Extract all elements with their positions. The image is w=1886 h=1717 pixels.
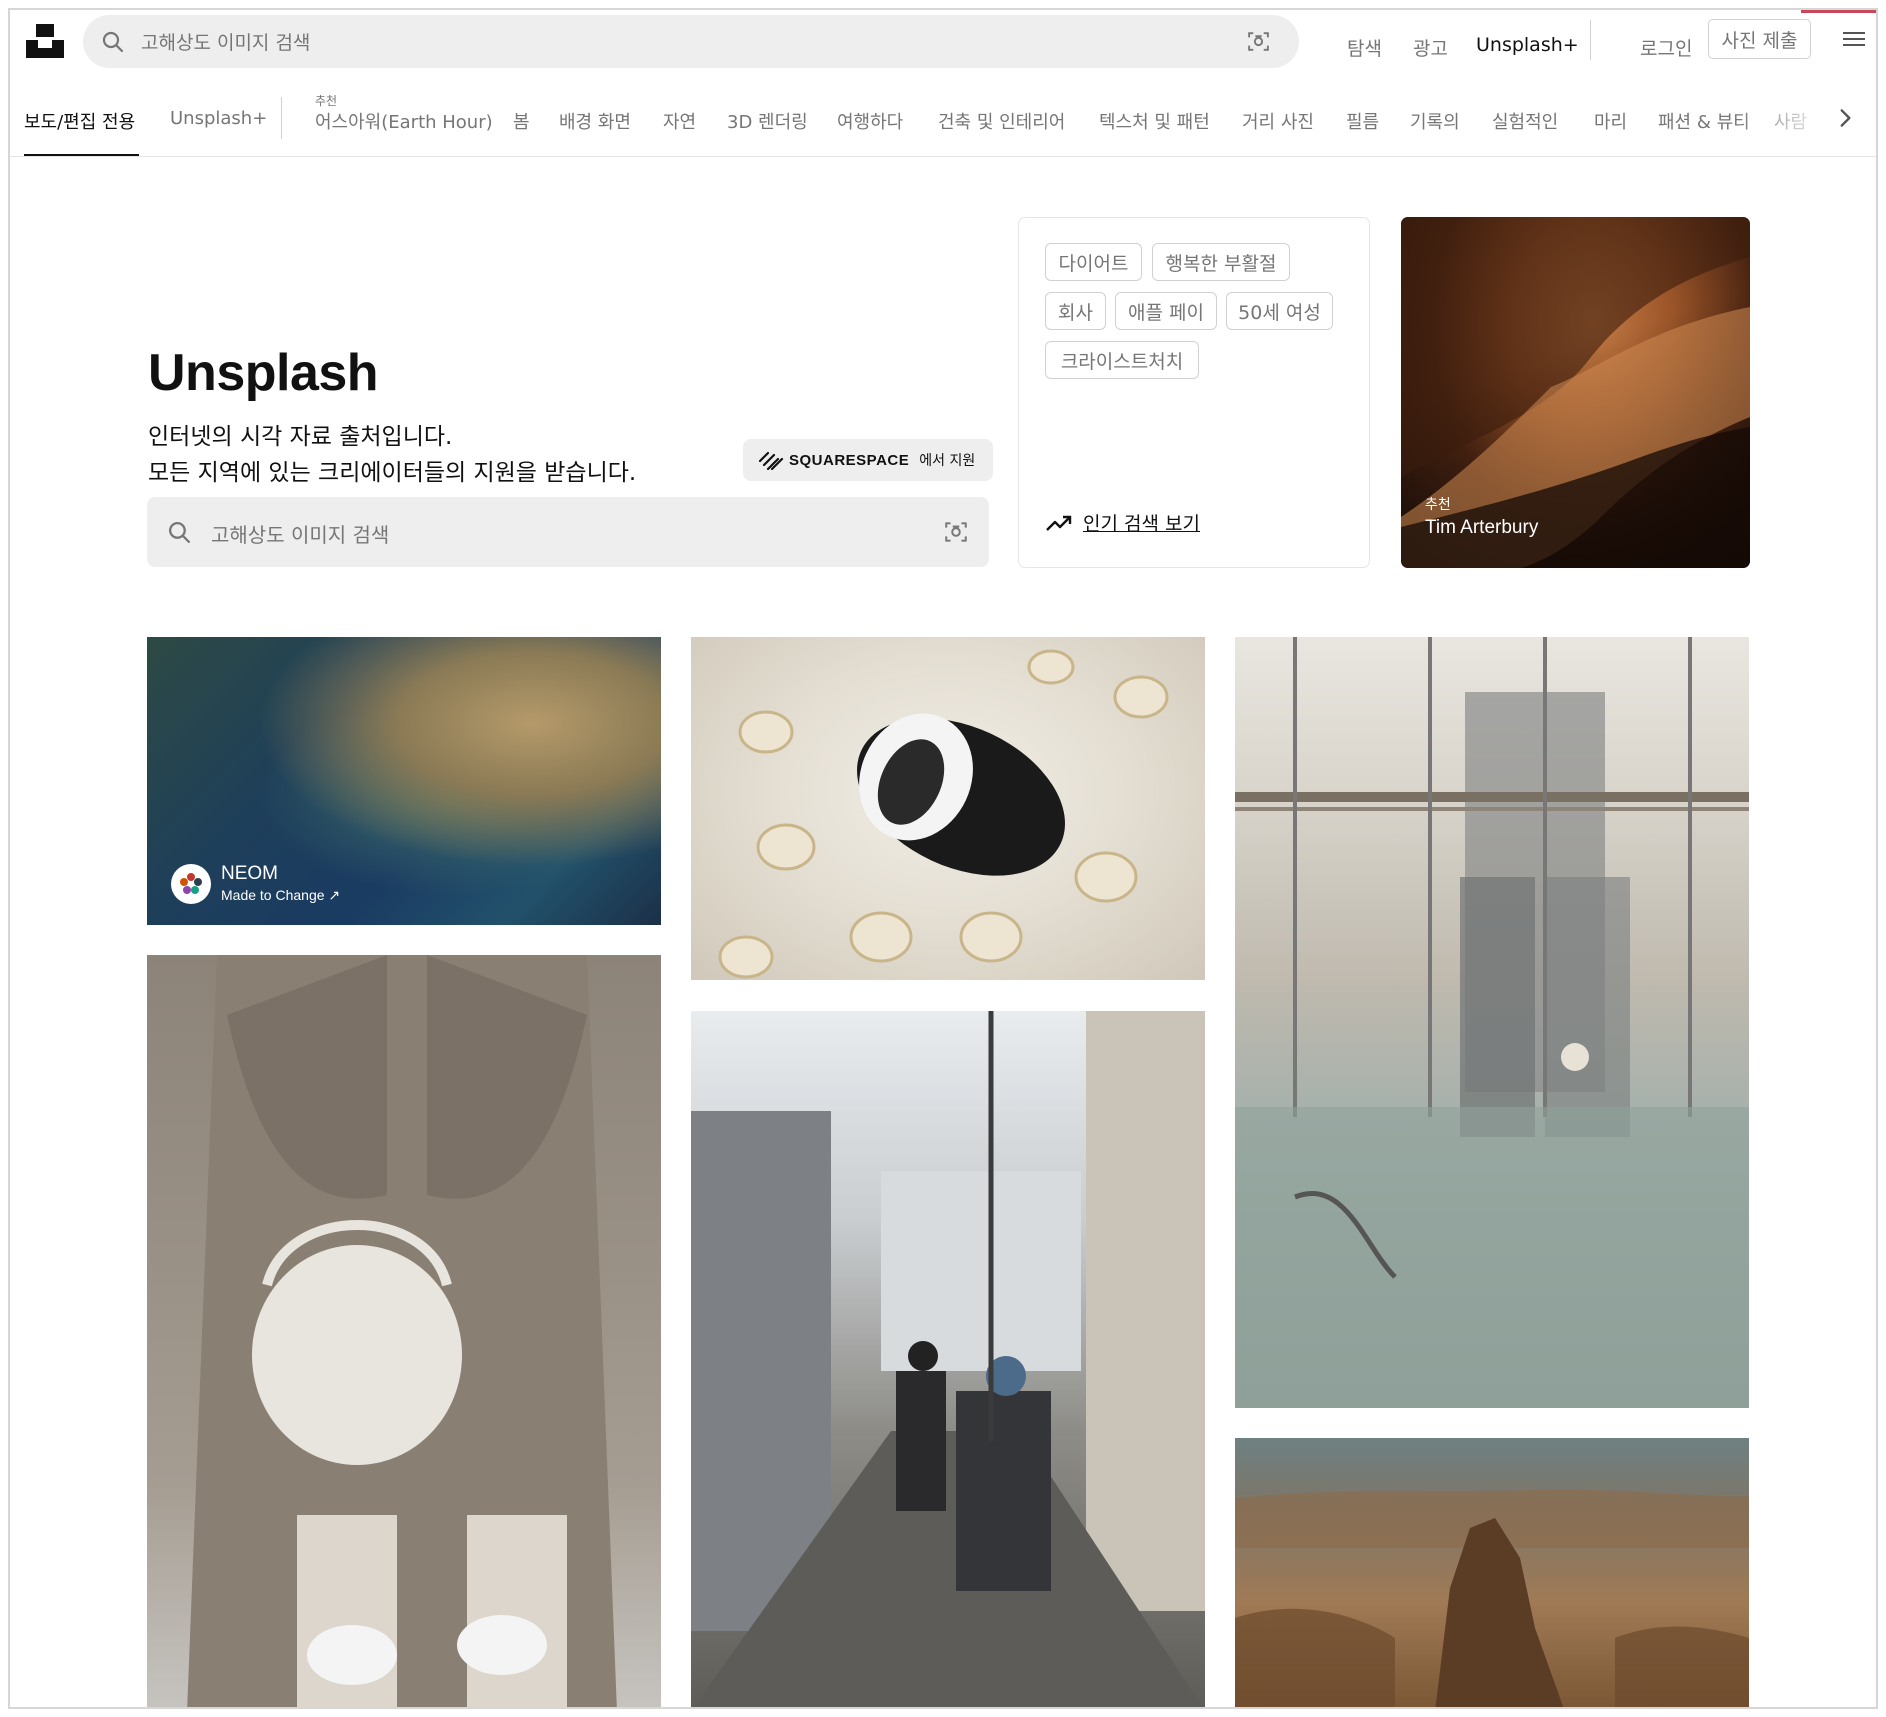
- photo-desert-rocks[interactable]: [1235, 1438, 1749, 1707]
- login-link[interactable]: 로그인: [1640, 34, 1692, 61]
- search-icon[interactable]: [167, 520, 192, 545]
- submit-photo-button[interactable]: 사진 제출: [1708, 19, 1811, 59]
- sponsor-name: SQUARESPACE: [789, 451, 910, 469]
- photo-3d-vr-headset[interactable]: [691, 637, 1205, 980]
- visual-search-icon[interactable]: [943, 519, 969, 545]
- tab-archival[interactable]: 기록의: [1410, 108, 1460, 134]
- tab-spring[interactable]: 봄: [513, 108, 530, 134]
- trend-chip[interactable]: 행복한 부활절: [1152, 243, 1290, 281]
- visual-search-icon[interactable]: [1246, 29, 1271, 54]
- hero-tagline-2: 모든 지역에 있는 크리에이터들의 지원을 받습니다.: [148, 460, 637, 486]
- nav-unsplash-plus[interactable]: Unsplash+: [1476, 34, 1579, 56]
- featured-author[interactable]: Tim Arterbury: [1425, 517, 1538, 539]
- hero-search-placeholder[interactable]: 고해상도 이미지 검색: [211, 519, 389, 548]
- neom-logo-icon: [171, 863, 211, 904]
- header-divider: [1590, 20, 1591, 60]
- pool-skyline-image: [1235, 637, 1749, 1408]
- photo-aerial-coast[interactable]: NEOM Made to Change ↗: [147, 637, 661, 925]
- photo-street-alley[interactable]: [691, 1011, 1205, 1707]
- featured-photo-card[interactable]: 추천 Tim Arterbury: [1401, 217, 1750, 568]
- squarespace-logo-icon: [758, 451, 784, 471]
- sponsor-brand: NEOM: [221, 863, 278, 884]
- tab-earth-hour[interactable]: 어스아워(Earth Hour): [315, 108, 493, 134]
- tab-film[interactable]: 필름: [1346, 108, 1379, 134]
- tab-travel[interactable]: 여행하다: [837, 108, 903, 134]
- active-tab-underline: [24, 154, 139, 156]
- sponsor-tagline[interactable]: Made to Change ↗: [221, 887, 340, 904]
- tab-architecture[interactable]: 건축 및 인테리어: [938, 108, 1065, 134]
- trending-searches-card: 다이어트 행복한 부활절 회사 애플 페이 50세 여성 크라이스트처치 인기 …: [1018, 217, 1370, 568]
- hamburger-menu-icon[interactable]: [1843, 30, 1865, 48]
- trending-up-icon: [1046, 515, 1072, 531]
- sponsor-suffix: 에서 지원: [919, 453, 976, 469]
- tab-unsplash-plus[interactable]: Unsplash+: [170, 108, 267, 129]
- featured-label: 추천: [1425, 497, 1451, 513]
- photo-rooftop-pool[interactable]: [1235, 637, 1749, 1408]
- category-divider: [281, 97, 282, 139]
- desert-image: [1235, 1489, 1749, 1707]
- tab-animals[interactable]: 마리: [1594, 108, 1627, 134]
- trend-chip[interactable]: 애플 페이: [1115, 292, 1217, 330]
- tab-experimental[interactable]: 실험적인: [1492, 108, 1558, 134]
- view-trending-link[interactable]: 인기 검색 보기: [1045, 509, 1200, 536]
- nav-ads[interactable]: 광고: [1413, 34, 1448, 61]
- trend-chip[interactable]: 다이어트: [1045, 243, 1142, 281]
- chevron-right-icon[interactable]: [1832, 105, 1858, 131]
- browser-frame: 고해상도 이미지 검색 탐색 광고 Unsplash+ 로그인 사진 제출 보도…: [8, 8, 1878, 1709]
- sponsor-attribution[interactable]: NEOM Made to Change ↗: [171, 863, 340, 904]
- view-trending-label[interactable]: 인기 검색 보기: [1083, 509, 1200, 536]
- featured-tag: 추천: [315, 94, 338, 108]
- squarespace-sponsor-badge[interactable]: SQUARESPACE 에서 지원: [743, 439, 993, 481]
- trend-chip[interactable]: 크라이스트처치: [1045, 341, 1199, 379]
- hero-search-bar[interactable]: 고해상도 이미지 검색: [147, 497, 989, 567]
- street-image: [691, 1011, 1205, 1707]
- unsplash-logo-icon[interactable]: [24, 18, 66, 60]
- vr-render-image: [718, 649, 1169, 979]
- tab-3d-renders[interactable]: 3D 렌더링: [727, 108, 808, 134]
- tab-nature[interactable]: 자연: [663, 108, 696, 134]
- top-search-bar[interactable]: 고해상도 이미지 검색: [83, 15, 1299, 68]
- nav-explore[interactable]: 탐색: [1347, 34, 1382, 61]
- fashion-image: [187, 955, 617, 1707]
- photo-coat-handbag[interactable]: [147, 955, 661, 1707]
- tab-editorial[interactable]: 보도/편집 전용: [24, 108, 135, 134]
- dune-image: [1401, 217, 1750, 568]
- hero-title: Unsplash: [148, 344, 379, 402]
- search-icon[interactable]: [101, 30, 125, 54]
- top-search-placeholder[interactable]: 고해상도 이미지 검색: [141, 28, 310, 55]
- tab-street[interactable]: 거리 사진: [1242, 108, 1314, 134]
- top-header: 고해상도 이미지 검색 탐색 광고 Unsplash+ 로그인 사진 제출: [10, 10, 1876, 81]
- category-bar: 보도/편집 전용 Unsplash+ 추천 어스아워(Earth Hour) 봄…: [10, 81, 1876, 157]
- trend-chip[interactable]: 50세 여성: [1226, 292, 1333, 330]
- tab-textures[interactable]: 텍스처 및 패턴: [1099, 108, 1210, 134]
- tab-wallpapers[interactable]: 배경 화면: [559, 108, 631, 134]
- trend-chip[interactable]: 회사: [1045, 292, 1106, 330]
- hero-tagline-1: 인터넷의 시각 자료 출처입니다.: [148, 424, 453, 450]
